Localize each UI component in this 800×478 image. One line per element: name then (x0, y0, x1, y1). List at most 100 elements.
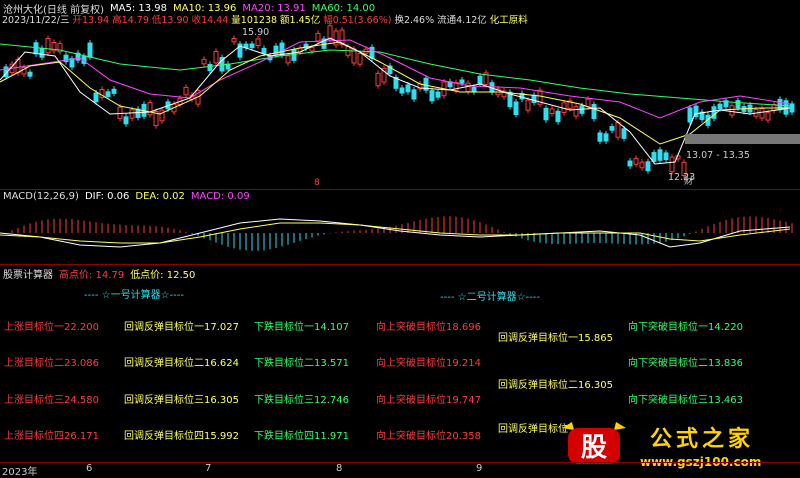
ma60-line (0, 43, 791, 107)
candle (285, 55, 291, 64)
candle (33, 42, 39, 55)
candle (291, 49, 297, 61)
range-label: 13.07 - 13.35 (686, 150, 750, 161)
axis-month-8: 8 (336, 463, 343, 474)
candle (105, 91, 111, 97)
break-up-target-2: 向上突破目标位19.214 (376, 358, 481, 369)
dea-value: DEA: 0.02 (135, 191, 185, 202)
up-target-1: 上涨目标位一22.200 (4, 322, 99, 333)
candles-group (3, 22, 795, 179)
candle (279, 42, 285, 56)
candle (129, 109, 135, 119)
candle (207, 63, 213, 72)
break-up-target-1: 向上突破目标位18.696 (376, 322, 481, 333)
rebound2-target-2: 回调反弹目标位二16.305 (498, 380, 613, 391)
candle (513, 101, 519, 116)
break-down-target-3: 向下突破目标位三13.463 (628, 395, 743, 406)
ma10-line (0, 41, 790, 145)
candle (597, 132, 603, 142)
candle (549, 108, 555, 114)
down-target-3: 下跌目标位三12.746 (254, 395, 349, 406)
candle (789, 103, 795, 113)
candle (735, 100, 741, 109)
section-two-title: ---- ☆二号计算器☆---- (440, 292, 540, 303)
rebound-target-4: 回调反弹目标位四15.992 (124, 431, 239, 442)
candle (213, 50, 219, 64)
rebound-target-1: 回调反弹目标位一17.027 (124, 322, 239, 333)
candle (405, 84, 411, 93)
section-one-title: ---- ☆一号计算器☆---- (84, 290, 184, 301)
candle (357, 53, 363, 65)
candle (717, 103, 723, 110)
candle (261, 47, 267, 54)
dif-value: DIF: 0.06 (84, 191, 130, 202)
macd-value: MACD: 0.09 (190, 191, 250, 202)
macd-label[interactable]: MACD(12,26,9) (3, 191, 79, 202)
candle (651, 152, 657, 162)
axis-month-6: 6 (86, 463, 93, 474)
macd-header: MACD(12,26,9) DIF: 0.06 DEA: 0.02 MACD: … (3, 191, 250, 202)
candle (729, 105, 735, 116)
candle (615, 121, 621, 138)
candle (123, 116, 129, 125)
candle (27, 71, 33, 77)
break-up-target-3: 向上突破目标位19.747 (376, 395, 481, 406)
high-mark-label: 15.90 (242, 27, 269, 38)
candle (663, 152, 669, 161)
up-target-2: 上涨目标位二23.086 (4, 358, 99, 369)
break-down-target-1: 向下突破目标位一14.220 (628, 322, 743, 333)
up-target-4: 上涨目标位四26.171 (4, 431, 99, 442)
candle (399, 87, 405, 94)
candle (639, 161, 645, 169)
candle (111, 88, 117, 94)
candle (465, 82, 471, 93)
candle (147, 102, 153, 116)
candle (93, 92, 99, 103)
calculator-header: 股票计算器 高点价: 14.79 低点价: 12.50 (3, 266, 195, 281)
price-chart[interactable]: 15.90 13.07 - 13.35 12.23 财 8 (0, 22, 800, 187)
candle (543, 107, 549, 121)
divider-main-macd (0, 189, 800, 190)
rebound2-target-3: 回调反弹目标位 (498, 424, 568, 435)
axis-year: 2023年 (2, 467, 38, 478)
calc-low: 低点价: 12.50 (130, 270, 196, 281)
break-down-target-2: 向下突破目标位二13.836 (628, 358, 743, 369)
candle (159, 109, 165, 122)
divider-macd-calc (0, 264, 800, 265)
candle (39, 47, 45, 58)
candle (765, 112, 771, 121)
candle (627, 160, 633, 167)
candle (669, 156, 675, 173)
axis-month-7: 7 (205, 463, 212, 474)
candle (201, 58, 207, 65)
rebound-target-3: 回调反弹目标位三16.305 (124, 395, 239, 406)
candle (633, 157, 639, 165)
calculator-title[interactable]: 股票计算器 (3, 266, 53, 281)
candle (591, 104, 597, 120)
candle (309, 47, 315, 52)
macd-chart[interactable] (0, 203, 800, 263)
candle (573, 106, 579, 117)
macd-histogram (11, 216, 793, 251)
logo-text: 公式之家 (650, 426, 754, 452)
candle (435, 91, 441, 98)
candle (531, 94, 537, 103)
rebound-target-2: 回调反弹目标位二16.624 (124, 358, 239, 369)
axis-line (0, 462, 800, 463)
candle (657, 149, 663, 161)
candle (135, 108, 141, 118)
candle (645, 161, 651, 172)
candle (117, 106, 123, 119)
event-marker[interactable]: 8 (314, 178, 320, 187)
candle (609, 126, 615, 131)
candle (87, 42, 93, 58)
down-target-4: 下跌目标位四11.971 (254, 431, 349, 442)
candle (603, 133, 609, 142)
candle (621, 128, 627, 139)
axis-month-9: 9 (476, 463, 483, 474)
candle (429, 90, 435, 102)
down-target-1: 下跌目标位一14.107 (254, 322, 349, 333)
up-target-3: 上涨目标位三24.580 (4, 395, 99, 406)
candle (687, 107, 693, 123)
cai-marker[interactable]: 财 (684, 175, 693, 187)
